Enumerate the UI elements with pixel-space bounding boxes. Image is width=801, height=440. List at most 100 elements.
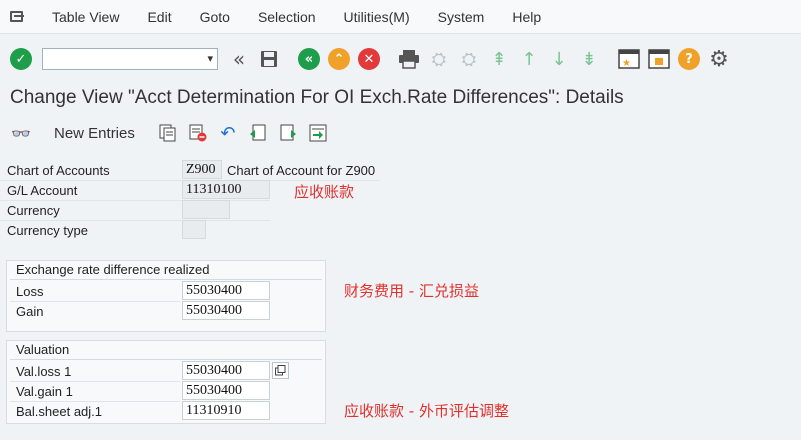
gain-label: Gain bbox=[16, 303, 44, 319]
back-icon: « bbox=[298, 48, 320, 70]
bal-sheet-label: Bal.sheet adj.1 bbox=[16, 403, 103, 419]
valuation-annotation: 应收账款 - 外币评估调整 bbox=[344, 402, 509, 420]
currency-label: Currency bbox=[7, 202, 60, 218]
standard-toolbar: ✓ ▾ « « ⌃ ✕ ⛭ ⛭ ⇞ ↑ ↓ ⇟ ★ ? ⚙ bbox=[0, 34, 801, 84]
val-loss-label: Val.loss 1 bbox=[16, 363, 72, 379]
shortcut-icon bbox=[648, 49, 670, 69]
divider bbox=[10, 279, 322, 280]
help-icon: ? bbox=[678, 48, 700, 70]
menu-utilities[interactable]: Utilities(M) bbox=[330, 9, 424, 25]
previous-entry-button[interactable] bbox=[247, 122, 269, 144]
menu-icon[interactable] bbox=[8, 8, 30, 26]
gear-icon: ⚙ bbox=[709, 46, 729, 72]
chart-of-accounts-field: Z900 bbox=[182, 160, 222, 179]
next-entry-icon bbox=[280, 124, 296, 141]
new-window-icon: ★ bbox=[618, 49, 640, 69]
delete-button[interactable] bbox=[187, 122, 209, 144]
binoculars-icon: ⛭ bbox=[431, 48, 447, 70]
enter-button[interactable]: ✓ bbox=[8, 46, 34, 72]
previous-page-button[interactable]: ↑ bbox=[516, 46, 542, 72]
divider bbox=[10, 359, 322, 360]
loss-input[interactable]: 55030400 bbox=[182, 281, 270, 300]
gl-account-label: G/L Account bbox=[7, 182, 78, 198]
generate-shortcut-button[interactable] bbox=[646, 46, 672, 72]
collapse-button[interactable]: « bbox=[226, 46, 252, 72]
gain-input[interactable]: 55030400 bbox=[182, 301, 270, 320]
new-entries-button[interactable]: New Entries bbox=[54, 125, 135, 142]
realized-group-title: Exchange rate difference realized bbox=[16, 262, 210, 277]
currency-type-label: Currency type bbox=[7, 222, 88, 238]
previous-entry-icon bbox=[249, 124, 266, 141]
value-help-button[interactable] bbox=[272, 362, 289, 379]
val-loss-row: Val.loss 1 bbox=[16, 361, 71, 381]
gl-account-field: 11310100 bbox=[182, 180, 270, 199]
menu-goto[interactable]: Goto bbox=[186, 9, 244, 25]
chevron-down-icon[interactable]: ▾ bbox=[207, 52, 213, 65]
val-gain-label: Val.gain 1 bbox=[16, 383, 73, 399]
command-input[interactable] bbox=[43, 49, 193, 69]
exit-button[interactable]: ⌃ bbox=[326, 46, 352, 72]
next-page-button[interactable]: ↓ bbox=[546, 46, 572, 72]
settings-button[interactable]: ⚙ bbox=[706, 46, 732, 72]
double-chevron-left-icon: « bbox=[232, 47, 246, 71]
next-page-icon: ↓ bbox=[551, 48, 567, 70]
help-button[interactable]: ? bbox=[676, 46, 702, 72]
save-button[interactable] bbox=[256, 46, 282, 72]
val-gain-row: Val.gain 1 bbox=[16, 381, 73, 401]
application-toolbar: 👓 New Entries ↶ bbox=[0, 117, 801, 149]
currency-type-field bbox=[182, 220, 206, 239]
copy-window-icon bbox=[275, 365, 286, 376]
save-icon bbox=[261, 51, 277, 67]
previous-page-icon: ↑ bbox=[521, 48, 537, 70]
next-entry-button[interactable] bbox=[277, 122, 299, 144]
undo-icon: ↶ bbox=[220, 122, 236, 144]
menu-selection[interactable]: Selection bbox=[244, 9, 330, 25]
copy-as-button[interactable] bbox=[157, 122, 179, 144]
binoculars-plus-icon: ⛭ bbox=[461, 48, 477, 70]
menu-bar: Table View Edit Goto Selection Utilities… bbox=[0, 0, 801, 34]
cancel-icon: ✕ bbox=[358, 48, 380, 70]
val-gain-input[interactable]: 55030400 bbox=[182, 381, 270, 400]
first-page-icon: ⇞ bbox=[491, 48, 507, 70]
currency-type-row: Currency type bbox=[7, 220, 88, 240]
find-button: ⛭ bbox=[426, 46, 452, 72]
cancel-button[interactable]: ✕ bbox=[356, 46, 382, 72]
val-loss-input[interactable]: 55030400 bbox=[182, 361, 270, 380]
menu-table-view[interactable]: Table View bbox=[38, 9, 133, 25]
checkmark-icon: ✓ bbox=[10, 48, 32, 70]
chart-of-accounts-row: Chart of Accounts bbox=[7, 160, 110, 180]
chart-of-accounts-label: Chart of Accounts bbox=[7, 162, 110, 178]
glasses-pencil-icon: 👓 bbox=[11, 123, 31, 143]
print-icon bbox=[399, 50, 419, 69]
exit-icon: ⌃ bbox=[328, 48, 350, 70]
currency-field bbox=[182, 200, 230, 219]
create-session-button[interactable]: ★ bbox=[616, 46, 642, 72]
command-field[interactable]: ▾ bbox=[42, 48, 218, 70]
gl-account-annotation: 应收账款 bbox=[294, 183, 355, 201]
menu-system[interactable]: System bbox=[424, 9, 499, 25]
last-page-button[interactable]: ⇟ bbox=[576, 46, 602, 72]
gain-row: Gain bbox=[16, 301, 43, 321]
back-button[interactable]: « bbox=[296, 46, 322, 72]
last-page-icon: ⇟ bbox=[581, 48, 597, 70]
variable-list-button[interactable] bbox=[307, 122, 329, 144]
menu-edit[interactable]: Edit bbox=[133, 9, 185, 25]
valuation-group-title: Valuation bbox=[16, 342, 70, 357]
bal-sheet-row: Bal.sheet adj.1 bbox=[16, 401, 102, 421]
loss-label: Loss bbox=[16, 283, 44, 299]
chart-of-accounts-description: Chart of Account for Z900 bbox=[227, 163, 376, 178]
transport-icon bbox=[309, 124, 327, 142]
first-page-button[interactable]: ⇞ bbox=[486, 46, 512, 72]
display-change-button[interactable]: 👓 bbox=[10, 122, 32, 144]
gl-account-row: G/L Account bbox=[7, 180, 77, 200]
bal-sheet-input[interactable]: 11310910 bbox=[182, 401, 270, 420]
undo-button[interactable]: ↶ bbox=[217, 122, 239, 144]
find-next-button: ⛭ bbox=[456, 46, 482, 72]
copy-icon bbox=[159, 124, 176, 142]
page-title: Change View "Acct Determination For OI E… bbox=[10, 87, 624, 108]
menu-help[interactable]: Help bbox=[498, 9, 555, 25]
loss-row: Loss bbox=[16, 281, 43, 301]
print-button[interactable] bbox=[396, 46, 422, 72]
svg-text:★: ★ bbox=[622, 58, 631, 69]
delete-icon bbox=[189, 124, 207, 142]
